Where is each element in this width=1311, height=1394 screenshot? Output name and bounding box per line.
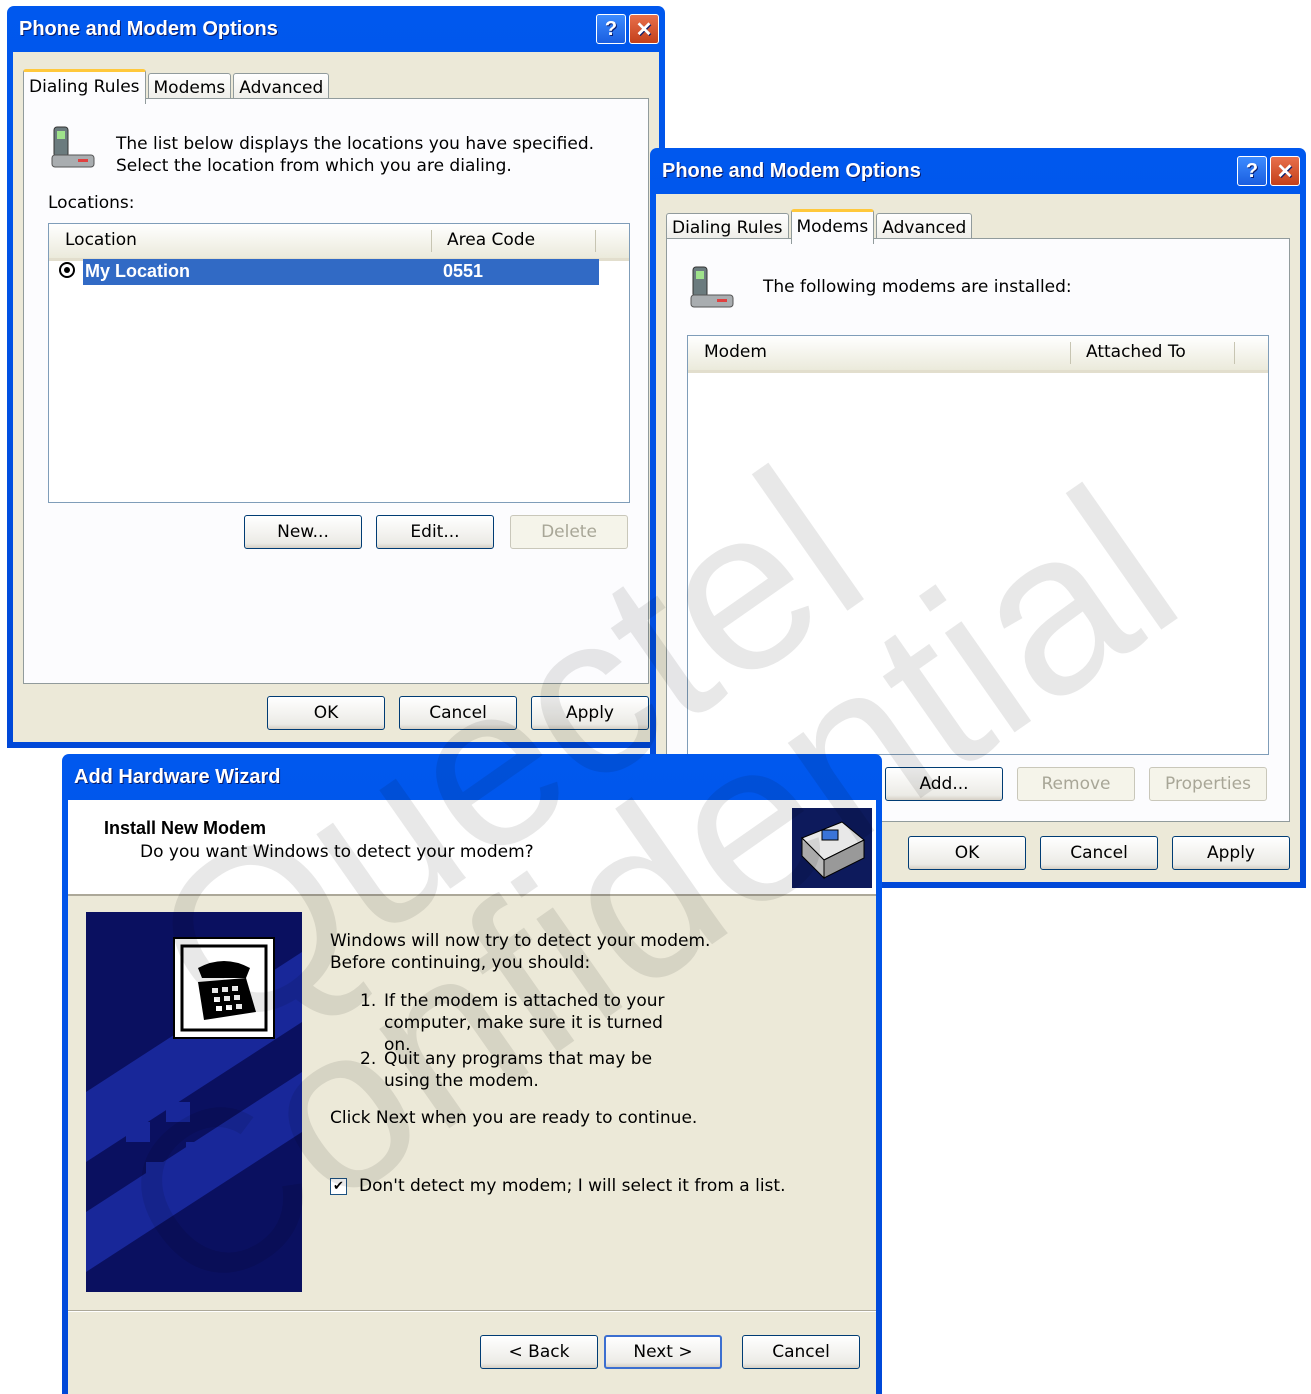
edit-button[interactable]: Edit...: [376, 515, 494, 549]
checkbox-label: Don't detect my modem; I will select it …: [359, 1176, 786, 1196]
wizard-client: Install New Modem Do you want Windows to…: [68, 800, 876, 1394]
new-button[interactable]: New...: [244, 515, 362, 549]
step-2: 2. Quit any programs that may be using t…: [360, 1048, 680, 1092]
dont-detect-checkbox[interactable]: ✔ Don't detect my modem; I will select i…: [330, 1176, 786, 1196]
wizard-header: Install New Modem Do you want Windows to…: [68, 800, 876, 896]
step-1-text: If the modem is attached to your compute…: [384, 991, 665, 1055]
tab-panel: The list below displays the locations yo…: [23, 98, 649, 684]
outro-text: Click Next when you are ready to continu…: [330, 1108, 698, 1128]
dialog-client: Dialing Rules Modems Advanced The list b…: [13, 52, 659, 742]
title-bar[interactable]: Phone and Modem Options ? ✕: [13, 6, 659, 52]
delete-button[interactable]: Delete: [510, 515, 628, 549]
window-title: Phone and Modem Options: [19, 17, 278, 40]
cancel-button[interactable]: Cancel: [399, 696, 517, 730]
ok-button[interactable]: OK: [267, 696, 385, 730]
cancel-button[interactable]: Cancel: [1040, 836, 1158, 870]
wizard-heading: Install New Modem: [104, 818, 267, 838]
intro-text: Windows will now try to detect your mode…: [330, 931, 711, 973]
window-title: Add Hardware Wizard: [74, 765, 281, 788]
list-row[interactable]: My Location 0551: [59, 259, 599, 287]
cancel-button[interactable]: Cancel: [742, 1335, 860, 1369]
title-bar[interactable]: Add Hardware Wizard: [68, 754, 876, 800]
add-hardware-wizard: Add Hardware Wizard Install New Modem Do…: [62, 754, 882, 1394]
phone-modem-icon: [690, 266, 734, 308]
step-2-number: 2.: [360, 1049, 377, 1069]
phone-modem-dialog-dialing-rules: Phone and Modem Options ? ✕ Dialing Rule…: [7, 6, 665, 748]
apply-button[interactable]: Apply: [531, 696, 649, 730]
modems-list[interactable]: Modem Attached To: [687, 335, 1269, 755]
column-header-modem[interactable]: Modem: [704, 342, 767, 362]
phone-modem-icon: [51, 126, 95, 168]
column-header-location[interactable]: Location: [65, 230, 137, 250]
list-header: Location Area Code: [49, 224, 629, 261]
close-button[interactable]: ✕: [629, 14, 659, 44]
close-button[interactable]: ✕: [1270, 156, 1300, 186]
description-text: The following modems are installed:: [763, 277, 1072, 297]
locations-list[interactable]: Location Area Code My Location 0551: [48, 223, 630, 503]
list-header: Modem Attached To: [688, 336, 1268, 373]
checkbox-box[interactable]: ✔: [330, 1177, 347, 1195]
step-2-text: Quit any programs that may be using the …: [384, 1049, 653, 1091]
description-text: The list below displays the locations yo…: [116, 134, 595, 176]
column-header-area-code[interactable]: Area Code: [447, 230, 535, 250]
hardware-icon: [792, 808, 872, 888]
step-1: 1. If the modem is attached to your comp…: [360, 990, 680, 1056]
back-button[interactable]: < Back: [480, 1335, 598, 1369]
default-location-icon: [59, 262, 75, 278]
apply-button[interactable]: Apply: [1172, 836, 1290, 870]
title-bar[interactable]: Phone and Modem Options ? ✕: [656, 148, 1300, 194]
wizard-side-image: [86, 912, 302, 1292]
step-1-number: 1.: [360, 991, 377, 1011]
window-title: Phone and Modem Options: [662, 159, 921, 182]
location-cell: My Location: [85, 261, 191, 281]
remove-button[interactable]: Remove: [1017, 767, 1135, 801]
tab-dialing-rules[interactable]: Dialing Rules: [23, 69, 146, 104]
area-code-cell: 0551: [443, 261, 484, 281]
footer-divider: [68, 1310, 876, 1312]
help-button[interactable]: ?: [596, 14, 626, 44]
ok-button[interactable]: OK: [908, 836, 1026, 870]
add-button[interactable]: Add...: [885, 767, 1003, 801]
help-button[interactable]: ?: [1237, 156, 1267, 186]
column-header-attached-to[interactable]: Attached To: [1086, 342, 1186, 362]
next-button[interactable]: Next >: [604, 1335, 722, 1369]
wizard-subheading: Do you want Windows to detect your modem…: [140, 842, 534, 862]
tab-modems[interactable]: Modems: [790, 209, 875, 244]
tab-panel: The following modems are installed: Mode…: [666, 238, 1290, 822]
properties-button[interactable]: Properties: [1149, 767, 1267, 801]
locations-label: Locations:: [48, 193, 135, 213]
